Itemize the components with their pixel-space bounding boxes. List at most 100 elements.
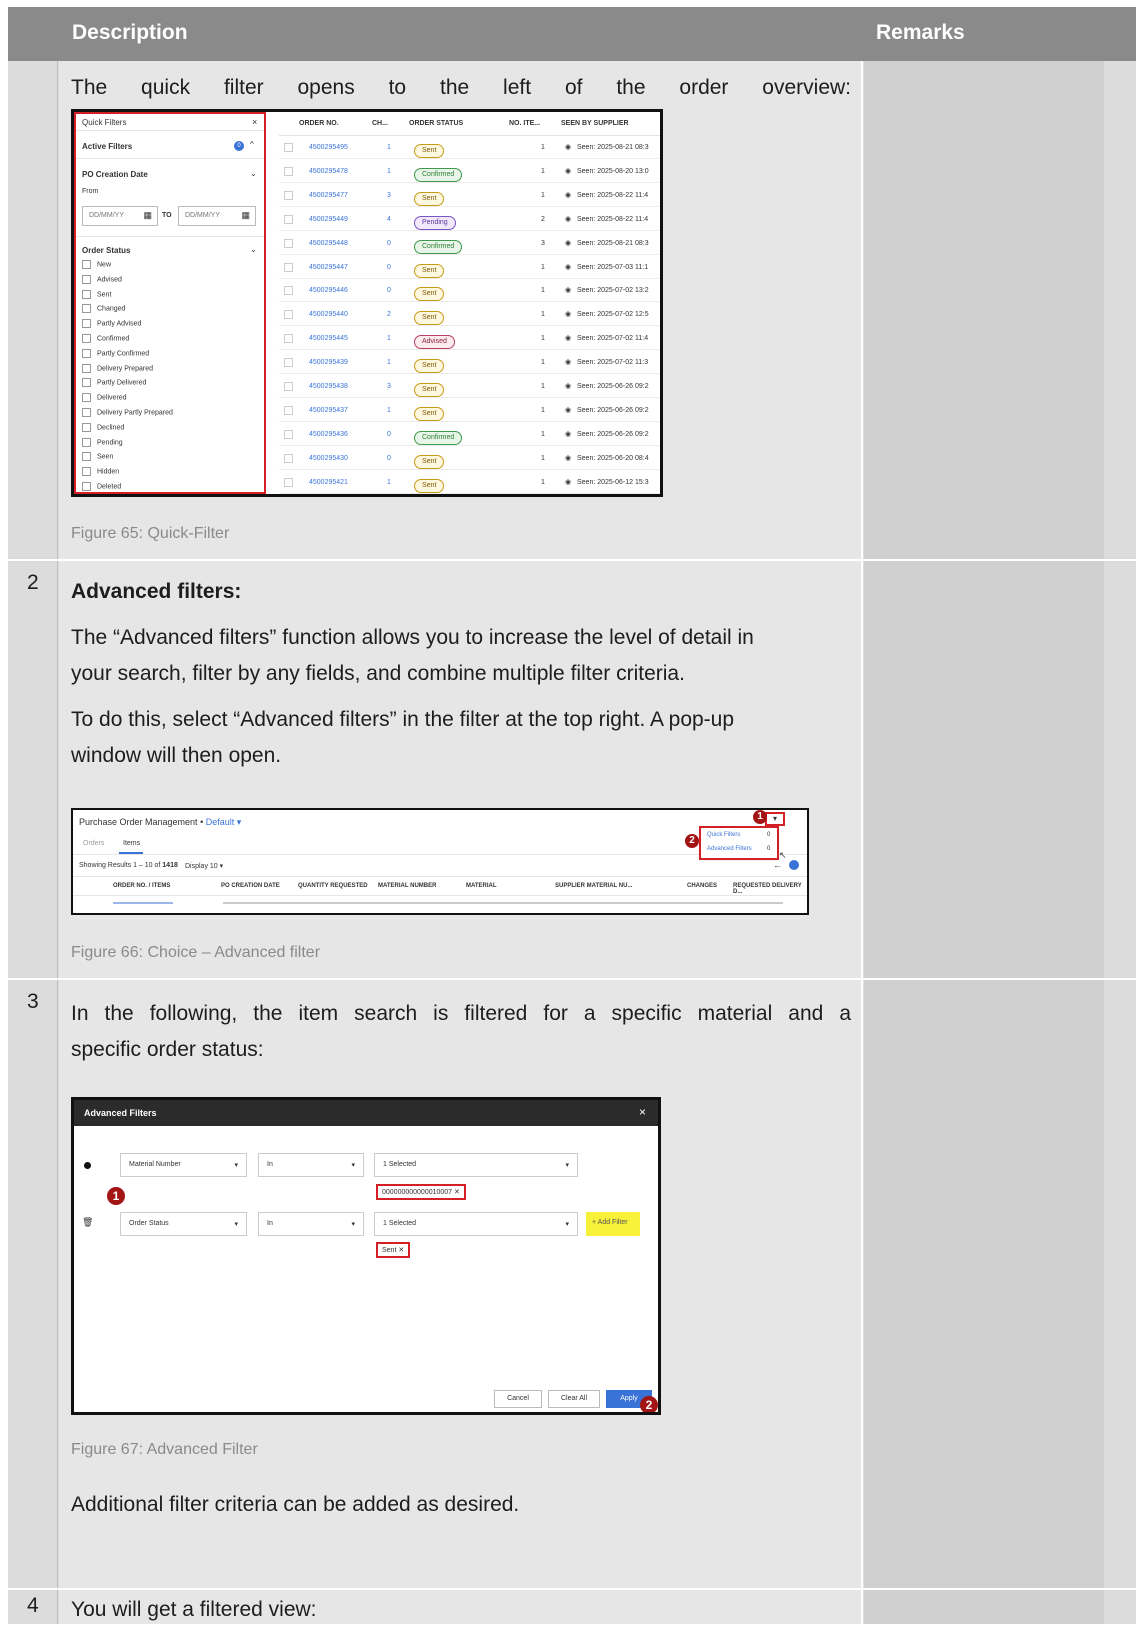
seen-by-supplier: Seen: 2025-07-02 11:3 [577,359,649,367]
tab-items[interactable]: Items [123,840,140,847]
row-checkbox[interactable] [284,334,293,344]
operator-select[interactable]: In ▾ [258,1153,364,1177]
eye-icon: ◉ [565,335,572,343]
order-number-link[interactable]: 4500295436 [309,431,348,438]
table-row[interactable]: 4500295478 1 1 Seen: 2025-08-20 13:0 ◉ Confir… [279,161,660,183]
seen-by-supplier: Seen: 2025-06-26 09:2 [577,430,649,438]
col-order-items: ORDER NO. / ITEMS [113,883,171,889]
table-row[interactable]: 4500295440 2 1 Seen: 2025-07-02 12:5 ◉ Sent [279,304,660,327]
row-checkbox[interactable] [284,166,293,176]
row-text: The quick filter opens to the left of th… [71,76,851,99]
order-number-link[interactable]: 4500295430 [309,455,348,462]
item-count: 1 [541,287,545,295]
close-icon[interactable]: × [639,1105,646,1119]
arrow-left-icon[interactable]: ← [773,860,782,870]
table-row[interactable]: 4500295430 0 1 Seen: 2025-06-20 08:4 ◉ Sent [279,448,660,470]
changes-count: 2 [387,311,391,319]
order-number-link[interactable]: 4500295477 [309,192,348,199]
row-remarks [864,561,1104,978]
order-number-link[interactable]: 4500295478 [309,168,348,175]
row-checkbox[interactable] [284,405,293,415]
row-checkbox[interactable] [284,429,293,439]
order-number-link[interactable]: 4500295438 [309,383,348,390]
value-select[interactable]: 1 Selected ▾ [374,1212,578,1236]
trash-icon[interactable]: 🗑 [82,1217,93,1228]
advanced-filter-dialog-screenshot: Advanced Filters × Material Number ▾ In ▾ … [71,1097,661,1415]
order-number-link[interactable]: 4500295449 [309,216,348,223]
row-checkbox[interactable] [284,190,293,200]
order-number-link[interactable]: 4500295448 [309,240,348,247]
close-icon[interactable]: ✕ [398,1247,404,1254]
table-row[interactable]: 4500295446 0 1 Seen: 2025-07-02 13:2 ◉ Sent [279,280,660,303]
order-number-link[interactable]: 4500295440 [309,311,348,318]
table-row[interactable]: 4500295436 0 1 Seen: 2025-06-26 09:2 ◉ Confir… [279,424,660,446]
display-selector[interactable]: Display 10 ▾ [185,862,223,870]
seen-by-supplier: Seen: 2025-07-02 12:5 [577,311,649,319]
clear-all-button[interactable]: Clear All [548,1390,600,1408]
eye-icon: ◉ [565,430,572,438]
row-number: 2 [8,561,58,978]
filter-dropdown-button[interactable]: ▾ [765,812,785,826]
tab-orders[interactable]: Orders [83,840,104,847]
eye-icon: ◉ [565,383,572,390]
item-count: 1 [541,383,545,390]
table-row[interactable]: 4500295421 1 1 Seen: 2025-06-12 15:3 ◉ Sent [279,472,660,494]
row-checkbox[interactable] [284,382,293,391]
callout-badge: 1 [753,810,767,824]
page-title: Purchase Order Management • Default ▾ [79,817,242,827]
table-row[interactable]: 4500295448 0 3 Seen: 2025-08-21 08:3 ◉ Confir… [279,233,660,255]
row-checkbox[interactable] [284,262,293,272]
row-checkbox[interactable] [284,310,293,320]
row-checkbox[interactable] [284,143,293,152]
add-filter-button[interactable]: + Add Filter [586,1212,640,1236]
row-checkbox[interactable] [284,453,293,463]
order-number-link[interactable]: 4500295447 [309,264,348,271]
order-number-link[interactable]: 4500295495 [309,144,348,151]
row-checkbox[interactable] [284,214,293,224]
order-number-link[interactable]: 4500295439 [309,359,348,366]
field-select[interactable]: Order Status ▾ [120,1212,247,1236]
order-number-link[interactable]: 4500295437 [309,407,348,414]
table-row[interactable]: 4500295495 1 1 Seen: 2025-08-21 08:3 ◉ Sent [279,137,660,159]
status-pill: Confirmed [414,167,463,182]
changes-count: 1 [387,167,391,175]
table-row[interactable]: 4500295439 1 1 Seen: 2025-07-02 11:3 ◉ Sent [279,352,660,375]
eye-icon: ◉ [565,406,572,414]
row-remarks [864,61,1104,559]
row-checkbox[interactable] [284,358,293,368]
field-select[interactable]: Material Number ▾ [120,1153,247,1177]
eye-icon: ◉ [565,144,572,151]
row-checkbox[interactable] [284,238,293,248]
eye-icon: ◉ [565,478,572,486]
order-number-link[interactable]: 4500295445 [309,335,348,342]
table-row[interactable]: 4500295445 1 1 Seen: 2025-07-02 11:4 ◉ Advise… [279,328,660,351]
item-count: 1 [541,478,545,486]
table-row[interactable]: 4500295437 1 1 Seen: 2025-06-26 09:2 ◉ Sent [279,400,660,422]
advanced-filter-choice-screenshot: Purchase Order Management • Default ▾ Or… [71,808,809,915]
item-count: 1 [541,144,545,151]
close-icon[interactable]: ✕ [454,1189,460,1196]
value-select[interactable]: 1 Selected ▾ [374,1153,578,1177]
view-selector[interactable]: Default [206,817,235,827]
changes-count: 0 [387,430,391,438]
changes-count: 0 [387,287,391,295]
table-row[interactable]: 4500295477 3 1 Seen: 2025-08-22 11:4 ◉ Sent [279,185,660,207]
operator-select[interactable]: In ▾ [258,1212,364,1236]
cancel-button[interactable]: Cancel [494,1390,542,1408]
row-checkbox[interactable] [284,477,293,487]
col-material: MATERIAL [466,883,497,889]
value-chip[interactable]: Sent ✕ [376,1242,411,1258]
callout-badge: 2 [640,1396,658,1412]
table-row[interactable]: 4500295438 3 1 Seen: 2025-06-26 09:2 ◉ Sent [279,376,660,398]
table-row[interactable]: 4500295447 0 1 Seen: 2025-07-03 11:1 ◉ Sent [279,257,660,279]
order-number-link[interactable]: 4500295421 [309,479,348,486]
changes-count: 1 [387,359,391,367]
eye-icon: ◉ [565,287,572,295]
order-number-link[interactable]: 4500295446 [309,287,348,294]
paragraph-line: In the following, the item search is fil… [71,1002,851,1025]
cursor-icon: ↖ [779,850,787,860]
row-checkbox[interactable] [284,286,293,296]
table-row[interactable]: 4500295449 4 2 Seen: 2025-08-22 11:4 ◉ Pendin… [279,209,660,231]
col-seen-by-supplier: SEEN BY SUPPLIER [561,120,629,127]
value-chip[interactable]: 000000000000010007 ✕ [376,1184,466,1200]
